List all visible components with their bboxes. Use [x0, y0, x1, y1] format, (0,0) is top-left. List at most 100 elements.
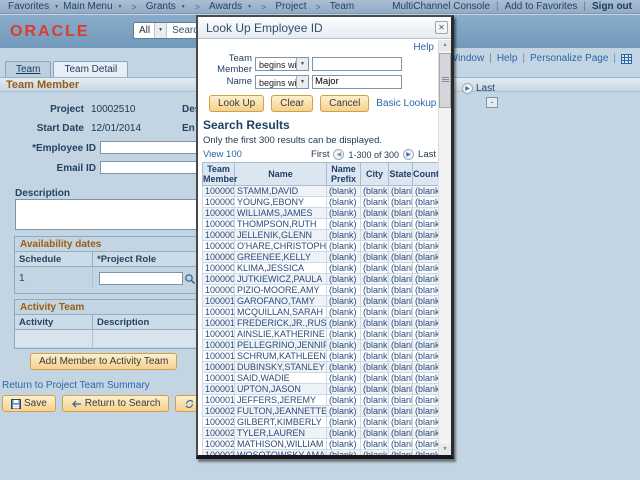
result-cell[interactable]: (blank) [413, 406, 439, 417]
result-cell[interactable]: (blank) [389, 417, 413, 428]
result-cell[interactable]: (blank) [361, 395, 389, 406]
result-cell[interactable]: (blank) [361, 230, 389, 241]
result-cell[interactable]: (blank) [327, 252, 361, 263]
result-cell[interactable]: (blank) [413, 373, 439, 384]
result-cell[interactable]: (blank) [413, 241, 439, 252]
result-cell[interactable]: 1000012 [203, 318, 235, 329]
result-cell[interactable]: (blank) [413, 428, 439, 439]
result-cell[interactable]: (blank) [327, 230, 361, 241]
result-cell[interactable]: 1000023 [203, 439, 235, 450]
result-cell[interactable]: (blank) [327, 197, 361, 208]
personalize-grid-icon[interactable] [621, 54, 632, 64]
result-cell[interactable]: 1000022 [203, 428, 235, 439]
result-cell[interactable]: MATHISON,WILLIAM [235, 439, 327, 450]
result-cell[interactable]: (blank) [361, 351, 389, 362]
tab-team[interactable]: Team [5, 61, 51, 77]
result-cell[interactable]: (blank) [327, 417, 361, 428]
result-cell[interactable]: 1000007 [203, 263, 235, 274]
result-row[interactable]: 1000006GREENEE,KELLY(blank)(blank)(blank… [203, 252, 439, 263]
result-cell[interactable]: UPTON,JASON [235, 384, 327, 395]
result-cell[interactable]: (blank) [327, 285, 361, 296]
result-cell[interactable]: (blank) [361, 417, 389, 428]
result-cell[interactable]: TYLER,LAUREN [235, 428, 327, 439]
result-cell[interactable]: YOUNG,EBONY [235, 197, 327, 208]
result-cell[interactable]: (blank) [327, 318, 361, 329]
header-link-multichannel-console[interactable]: MultiChannel Console [392, 1, 490, 12]
result-cell[interactable]: (blank) [389, 439, 413, 450]
result-cell[interactable]: 1000019 [203, 395, 235, 406]
result-cell[interactable]: (blank) [389, 252, 413, 263]
team-member-value-input[interactable] [312, 57, 402, 71]
result-row[interactable]: 1000019JEFFERS,JEREMY(blank)(blank)(blan… [203, 395, 439, 406]
result-cell[interactable]: (blank) [327, 241, 361, 252]
result-cell[interactable]: (blank) [361, 318, 389, 329]
result-cell[interactable]: (blank) [361, 384, 389, 395]
result-cell[interactable]: (blank) [413, 318, 439, 329]
page-link-personalize-page[interactable]: Personalize Page [530, 53, 608, 64]
result-cell[interactable]: 1000021 [203, 417, 235, 428]
result-cell[interactable]: (blank) [413, 439, 439, 450]
result-cell[interactable]: WILLIAMS,JAMES [235, 208, 327, 219]
result-cell[interactable]: 1000002 [203, 208, 235, 219]
result-cell[interactable]: STAMM,DAVID [235, 186, 327, 197]
lookup-magnifier-icon[interactable] [184, 273, 196, 285]
collapse-section-button[interactable]: - [486, 97, 498, 108]
return-to-search-button[interactable]: Return to Search [62, 395, 170, 412]
result-cell[interactable]: DUBINSKY,STANLEY [235, 362, 327, 373]
description-textarea[interactable] [15, 199, 203, 230]
scrollbar-thumb[interactable] [439, 53, 451, 108]
result-cell[interactable]: 1000013 [203, 329, 235, 340]
result-row[interactable]: 1000004JELLENIK,GLENN(blank)(blank)(blan… [203, 230, 439, 241]
result-cell[interactable]: (blank) [389, 219, 413, 230]
result-cell[interactable]: (blank) [361, 362, 389, 373]
result-cell[interactable]: (blank) [389, 406, 413, 417]
result-cell[interactable]: (blank) [361, 373, 389, 384]
result-cell[interactable]: WOSOTOWSKY,AMANDA [235, 450, 327, 456]
save-button[interactable]: Save [2, 395, 56, 412]
add-member-to-activity-team-button[interactable]: Add Member to Activity Team [30, 353, 177, 370]
email-id-field[interactable] [100, 161, 204, 174]
result-cell[interactable]: (blank) [327, 450, 361, 456]
breadcrumb-item-team[interactable]: Team [330, 1, 354, 12]
result-cell[interactable]: (blank) [361, 428, 389, 439]
result-cell[interactable]: FREDERICK,JR.,RUSSELL [235, 318, 327, 329]
result-cell[interactable]: (blank) [361, 197, 389, 208]
result-cell[interactable]: GAROFANO,TAMY [235, 296, 327, 307]
result-cell[interactable]: (blank) [361, 340, 389, 351]
col-city[interactable]: City [361, 163, 389, 186]
result-cell[interactable]: 1000015 [203, 351, 235, 362]
result-cell[interactable]: (blank) [327, 340, 361, 351]
result-cell[interactable]: 1000003 [203, 219, 235, 230]
result-cell[interactable]: (blank) [389, 318, 413, 329]
result-cell[interactable]: SAID,WADIE [235, 373, 327, 384]
result-row[interactable]: 1000023MATHISON,WILLIAM(blank)(blank)(bl… [203, 439, 439, 450]
result-row[interactable]: 1000002WILLIAMS,JAMES(blank)(blank)(blan… [203, 208, 439, 219]
result-cell[interactable]: (blank) [389, 296, 413, 307]
result-cell[interactable]: (blank) [327, 329, 361, 340]
name-value-input[interactable] [312, 75, 402, 89]
result-cell[interactable]: (blank) [361, 307, 389, 318]
search-scope-select[interactable]: All [134, 23, 154, 38]
chevron-down-icon[interactable]: ▼ [296, 76, 308, 88]
result-cell[interactable]: 1000017 [203, 373, 235, 384]
result-cell[interactable]: (blank) [389, 329, 413, 340]
result-cell[interactable]: (blank) [327, 186, 361, 197]
col-country[interactable]: Country [413, 163, 439, 186]
result-cell[interactable]: (blank) [389, 285, 413, 296]
header-link-add-to-favorites[interactable]: Add to Favorites [505, 1, 578, 12]
chevron-down-icon[interactable]: ▼ [296, 58, 308, 70]
result-cell[interactable]: (blank) [361, 186, 389, 197]
result-row[interactable]: 1000024WOSOTOWSKY,AMANDA(blank)(blank)(b… [203, 450, 439, 456]
result-cell[interactable]: (blank) [389, 263, 413, 274]
result-cell[interactable]: 1000018 [203, 384, 235, 395]
result-cell[interactable]: 1000000 [203, 186, 235, 197]
result-cell[interactable]: (blank) [413, 186, 439, 197]
result-cell[interactable]: (blank) [413, 219, 439, 230]
team-member-operator-select[interactable]: begins with ▼ [255, 57, 309, 71]
result-cell[interactable]: (blank) [413, 329, 439, 340]
last-label[interactable]: Last [418, 149, 436, 160]
clear-button[interactable]: Clear [271, 95, 313, 112]
view-100-link[interactable]: View 100 [203, 149, 242, 160]
result-row[interactable]: 1000022TYLER,LAUREN(blank)(blank)(blank)… [203, 428, 439, 439]
result-cell[interactable]: 1000008 [203, 274, 235, 285]
